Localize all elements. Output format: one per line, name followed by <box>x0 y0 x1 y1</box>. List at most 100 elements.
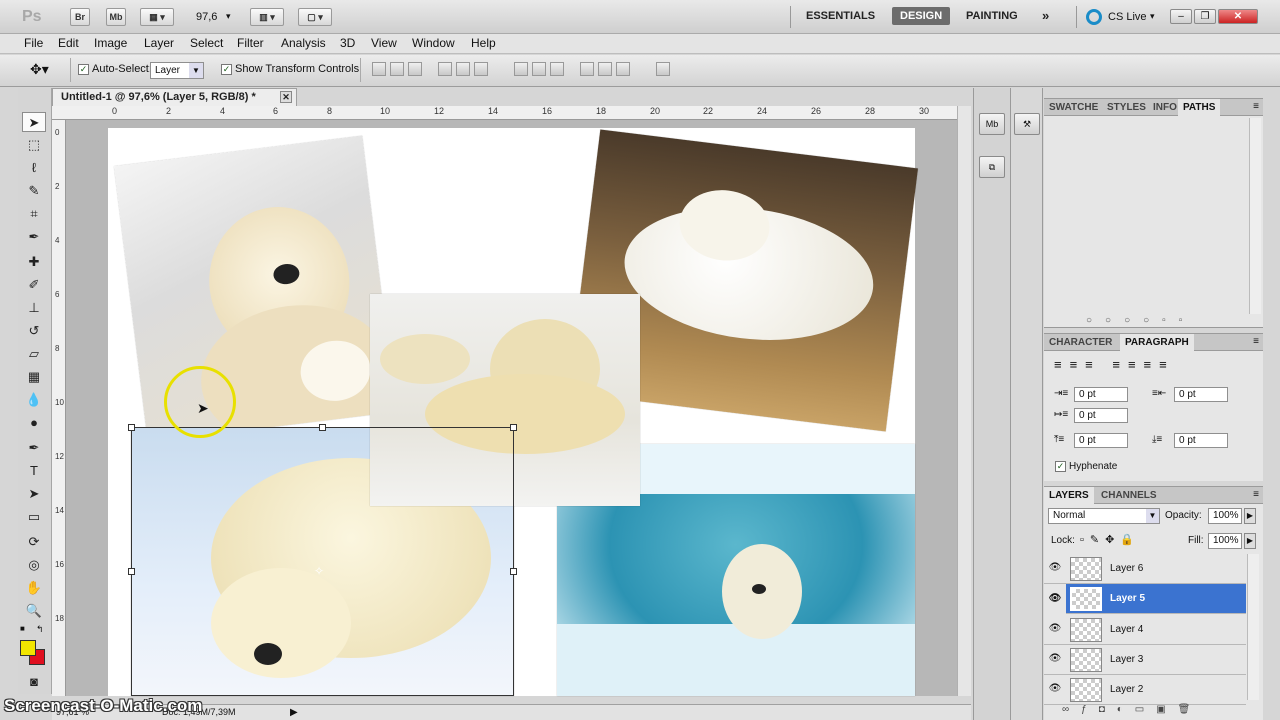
paths-action-icons[interactable]: ○○○○▫▫ <box>1086 315 1195 326</box>
clone-stamp-tool-icon[interactable]: ⊥ <box>22 298 46 318</box>
layer-row[interactable]: 👁 Layer 2 <box>1044 675 1246 705</box>
layer-row[interactable]: 👁 Layer 3 <box>1044 645 1246 675</box>
lock-options-icons[interactable]: ▫✎✥🔒 <box>1080 533 1140 546</box>
quick-selection-tool-icon[interactable]: ✎ <box>22 181 46 201</box>
document-canvas[interactable]: ✧ ➤ <box>108 128 918 696</box>
zoom-tool-icon[interactable]: 🔍 <box>22 601 46 621</box>
auto-align-layers-icon[interactable] <box>656 62 670 76</box>
mini-bridge-button[interactable]: Mb <box>106 8 126 26</box>
indent-first-field[interactable]: 0 pt <box>1074 408 1128 423</box>
path-selection-tool-icon[interactable]: ➤ <box>22 484 46 504</box>
visibility-eye-icon[interactable]: 👁 <box>1048 653 1062 665</box>
menu-filter[interactable]: Filter <box>237 36 264 50</box>
menu-layer[interactable]: Layer <box>144 36 174 50</box>
gradient-tool-icon[interactable]: ▦ <box>22 367 46 387</box>
opacity-field[interactable]: 100% <box>1208 508 1242 524</box>
tab-channels[interactable]: CHANNELS <box>1096 487 1162 504</box>
indent-left-field[interactable]: 0 pt <box>1074 387 1128 402</box>
distribute-top-icon[interactable] <box>514 62 528 76</box>
menu-select[interactable]: Select <box>190 36 223 50</box>
transform-handle[interactable] <box>128 424 135 431</box>
distribute-bottom-icon[interactable] <box>550 62 564 76</box>
status-menu-arrow-icon[interactable]: ▶ <box>290 705 298 720</box>
zoom-dropdown-icon[interactable]: ▾ <box>226 11 231 22</box>
arrange-documents-button[interactable]: ▥ ▾ <box>250 8 284 26</box>
view-extras-button[interactable]: ▦ ▾ <box>140 8 174 26</box>
swap-colors-icon[interactable]: ↰ <box>36 624 44 635</box>
space-after-field[interactable]: 0 pt <box>1174 433 1228 448</box>
chevron-down-icon[interactable]: ▾ <box>1150 11 1155 22</box>
visibility-eye-icon[interactable]: 👁 <box>1048 562 1062 574</box>
layers-action-icons[interactable]: ∞ƒ◘◐▭▣🗑 <box>1062 704 1202 715</box>
tab-paths[interactable]: PATHS <box>1178 99 1221 116</box>
brush-tool-icon[interactable]: ✐ <box>22 275 46 295</box>
menu-file[interactable]: File <box>24 36 43 50</box>
lasso-tool-icon[interactable]: ℓ <box>22 158 46 178</box>
tab-swatches[interactable]: SWATCHE <box>1044 99 1103 116</box>
screen-mode-button[interactable]: ▢ ▾ <box>298 8 332 26</box>
paragraph-align-icons[interactable]: ≡≡≡ ≡≡≡≡ <box>1054 357 1175 372</box>
blur-tool-icon[interactable]: 💧 <box>22 390 46 410</box>
distribute-hcenter-icon[interactable] <box>598 62 612 76</box>
photo-mother-and-cub[interactable] <box>113 135 397 443</box>
auto-select-dropdown[interactable]: Layer ▼ <box>150 62 204 79</box>
tab-paragraph[interactable]: PARAGRAPH <box>1120 334 1194 351</box>
panel-menu-icon[interactable]: ≡ <box>1253 101 1259 112</box>
default-colors-icon[interactable]: ■ <box>20 624 25 633</box>
transform-handle[interactable] <box>319 424 326 431</box>
layer-name[interactable]: Layer 6 <box>1110 563 1143 574</box>
minimize-button[interactable]: – <box>1170 9 1192 24</box>
blend-mode-dropdown[interactable]: Normal ▼ <box>1048 508 1160 524</box>
layers-scrollbar[interactable] <box>1247 554 1259 700</box>
close-icon[interactable]: ✕ <box>280 91 292 103</box>
vertical-scrollbar[interactable] <box>957 106 971 696</box>
indent-right-field[interactable]: 0 pt <box>1174 387 1228 402</box>
document-tab[interactable]: Untitled-1 @ 97,6% (Layer 5, RGB/8) * ✕ <box>52 88 297 106</box>
foreground-color-swatch[interactable] <box>20 640 36 656</box>
menu-view[interactable]: View <box>371 36 397 50</box>
align-right-icon[interactable] <box>474 62 488 76</box>
eraser-tool-icon[interactable]: ▱ <box>22 344 46 364</box>
mini-bridge-panel-icon[interactable]: Mb <box>979 113 1005 135</box>
menu-image[interactable]: Image <box>94 36 127 50</box>
tab-layers[interactable]: LAYERS <box>1044 487 1094 504</box>
scrollbar[interactable] <box>1249 118 1261 314</box>
move-tool-preset-icon[interactable]: ✥▾ <box>30 61 49 78</box>
brush-presets-panel-icon[interactable]: ⚒ <box>1014 113 1040 135</box>
fill-slider-arrow-icon[interactable]: ▶ <box>1244 533 1256 549</box>
space-before-field[interactable]: 0 pt <box>1074 433 1128 448</box>
auto-select-checkbox[interactable]: ✓ <box>78 64 89 75</box>
zoom-level[interactable]: 97,6 <box>196 11 217 23</box>
more-workspaces-icon[interactable]: » <box>1042 8 1049 23</box>
hyphenate-checkbox[interactable]: ✓ <box>1055 461 1066 472</box>
visibility-eye-icon[interactable]: 👁 <box>1044 584 1066 614</box>
transform-handle[interactable] <box>510 568 517 575</box>
hand-tool-icon[interactable]: ✋ <box>22 578 46 598</box>
transform-handle[interactable] <box>128 568 135 575</box>
cs-live-menu[interactable]: CS Live <box>1108 11 1147 23</box>
type-tool-icon[interactable]: T <box>22 461 46 481</box>
tab-styles[interactable]: STYLES <box>1102 99 1151 116</box>
distribute-right-icon[interactable] <box>616 62 630 76</box>
spot-healing-tool-icon[interactable]: ✚ <box>22 252 46 272</box>
tab-character[interactable]: CHARACTER <box>1044 334 1117 351</box>
bridge-button[interactable]: Br <box>70 8 90 26</box>
opacity-slider-arrow-icon[interactable]: ▶ <box>1244 508 1256 524</box>
menu-help[interactable]: Help <box>471 36 496 50</box>
layer-name[interactable]: Layer 3 <box>1110 654 1143 665</box>
layer-name[interactable]: Layer 4 <box>1110 624 1143 635</box>
distribute-left-icon[interactable] <box>580 62 594 76</box>
move-tool-icon[interactable]: ➤ <box>22 112 46 132</box>
align-top-icon[interactable] <box>372 62 386 76</box>
history-panel-icon[interactable]: ⧉ <box>979 156 1005 178</box>
transform-handle[interactable] <box>510 424 517 431</box>
workspace-essentials[interactable]: ESSENTIALS <box>806 10 875 22</box>
transform-controls-checkbox[interactable]: ✓ <box>221 64 232 75</box>
visibility-eye-icon[interactable]: 👁 <box>1048 623 1062 635</box>
3d-rotate-tool-icon[interactable]: ⟳ <box>22 532 46 552</box>
tab-info[interactable]: INFO <box>1148 99 1182 116</box>
crop-tool-icon[interactable]: ⌗ <box>22 204 46 224</box>
menu-3d[interactable]: 3D <box>340 36 355 50</box>
layer-row-selected[interactable]: 👁 Layer 5 <box>1044 584 1246 614</box>
eyedropper-tool-icon[interactable]: ✒ <box>22 227 46 247</box>
